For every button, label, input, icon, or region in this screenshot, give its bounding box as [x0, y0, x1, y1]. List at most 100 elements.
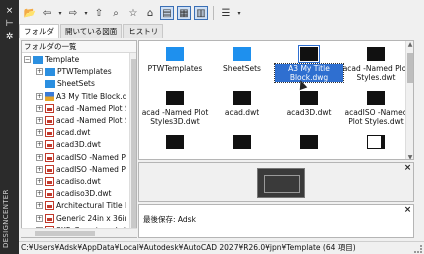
tree-node[interactable]: + PTWTemplates: [36, 66, 126, 77]
tree-node-label: acad.dwt: [56, 128, 91, 138]
description-toggle-icon[interactable]: ▥: [194, 6, 208, 20]
chevron-down-icon[interactable]: ▾: [83, 6, 89, 20]
expand-icon[interactable]: +: [36, 165, 43, 173]
expand-icon[interactable]: +: [36, 190, 43, 198]
content-item[interactable]: A3 My Title Block.dwg: [274, 45, 344, 83]
close-icon[interactable]: ×: [4, 6, 15, 16]
tree-node-label: acad -Named Plot S: [56, 103, 126, 113]
tree-node-label: acadISO -Named Plc: [56, 164, 126, 174]
drawing-thumbnail: [300, 135, 318, 149]
tree-node-label: acad -Named Plot S: [56, 116, 126, 125]
auto-hide-icon[interactable]: ⊢: [4, 19, 15, 29]
dwg-file-icon: [45, 128, 54, 138]
expand-icon[interactable]: +: [36, 68, 43, 76]
search-icon[interactable]: ⌕: [109, 6, 123, 20]
chevron-down-icon[interactable]: ▼: [406, 154, 413, 159]
drawing-thumbnail: [300, 91, 318, 105]
expand-icon[interactable]: +: [36, 104, 43, 112]
palette-title-bar[interactable]: × ⊢ ✲ DESIGNCENTER: [0, 0, 19, 254]
chevron-down-icon[interactable]: ▾: [57, 6, 63, 20]
content-item[interactable]: [275, 135, 343, 152]
tab-open-drawings[interactable]: 開いている図面: [60, 24, 123, 38]
tree-node[interactable]: + acadISO -Named Plc: [36, 152, 126, 163]
expand-icon[interactable]: +: [36, 214, 43, 222]
content-item-label: acadISO -Named Plot Styles.dwt: [344, 108, 408, 126]
dwg-file-icon: [45, 177, 54, 186]
status-path: C:¥Users¥Adsk¥AppData¥Local¥Autodesk¥Aut…: [21, 243, 356, 252]
dwg-file-icon: [45, 152, 54, 162]
forward-icon[interactable]: ⇨: [66, 6, 80, 20]
home-icon[interactable]: ⌂: [143, 6, 157, 20]
expand-icon[interactable]: +: [36, 141, 43, 149]
expand-icon[interactable]: +: [36, 92, 43, 100]
content-item-label: acad -Named Plot Styles3D.dwt: [141, 108, 209, 126]
content-item[interactable]: [141, 135, 209, 152]
tree-node[interactable]: + A3 My Title Block.dw: [36, 91, 126, 102]
content-item[interactable]: acad3D.dwt: [275, 91, 343, 117]
content-item[interactable]: PTWTemplates: [141, 47, 209, 73]
folder-icon: [45, 67, 55, 76]
tab-strip: フォルダ 開いている図面 ヒストリ: [19, 24, 164, 38]
up-folder-icon[interactable]: ⇧: [92, 6, 106, 20]
close-icon[interactable]: ×: [403, 164, 412, 173]
drawing-thumbnail: [166, 135, 184, 149]
folder-icon: [45, 79, 55, 88]
content-item[interactable]: acad.dwt: [208, 91, 276, 117]
tree-vertical-scrollbar[interactable]: [129, 53, 136, 237]
content-item[interactable]: [342, 135, 410, 152]
collapse-icon[interactable]: −: [24, 56, 31, 63]
views-icon[interactable]: ☰: [219, 6, 233, 20]
content-item-label: acad3D.dwt: [286, 108, 332, 117]
tab-folders[interactable]: フォルダ: [19, 24, 59, 38]
content-item[interactable]: acad -Named Plot Styles3D.dwt: [141, 91, 209, 126]
content-item-label: acad -Named Plot Styles.dwt: [342, 64, 410, 82]
content-item-label: PTWTemplates: [147, 64, 203, 73]
chevron-up-icon[interactable]: ▲: [406, 41, 413, 48]
tab-history[interactable]: ヒストリ: [123, 24, 164, 38]
close-icon[interactable]: ×: [403, 206, 412, 215]
dwg-file-icon: [45, 201, 54, 211]
tree-node[interactable]: SheetSets: [36, 78, 126, 89]
tree-node[interactable]: + Architectural Title Bl: [36, 200, 126, 211]
dwg-file-icon: [45, 116, 54, 125]
tree-horizontal-scrollbar[interactable]: [21, 228, 137, 237]
content-item[interactable]: SheetSets: [208, 47, 276, 73]
expand-icon[interactable]: +: [36, 129, 43, 137]
dwg-file-icon: [45, 164, 54, 174]
tree-toggle-icon[interactable]: ▤: [160, 6, 174, 20]
load-icon[interactable]: 📂: [23, 6, 37, 20]
tree-node-label: SheetSets: [57, 79, 95, 89]
properties-icon[interactable]: ✲: [4, 32, 15, 42]
drawing-thumbnail: [166, 91, 184, 105]
tree-node[interactable]: + acadISO -Named Plc: [36, 164, 126, 175]
tree-node[interactable]: + acadiso.dwt: [36, 176, 126, 187]
content-scrollbar[interactable]: ▲ ▼: [405, 41, 413, 159]
content-item[interactable]: acad -Named Plot Styles.dwt: [342, 47, 410, 82]
preview-toggle-icon[interactable]: ▦: [177, 6, 191, 20]
expand-icon[interactable]: +: [36, 153, 43, 161]
chevron-down-icon[interactable]: ▾: [236, 6, 242, 20]
expand-icon[interactable]: +: [36, 117, 43, 124]
toolbar-divider: [213, 6, 214, 20]
tree-node-label: PTWTemplates: [57, 67, 112, 77]
tree-node[interactable]: + acad -Named Plot S: [36, 115, 126, 126]
folder-icon: [33, 55, 43, 64]
tree-node[interactable]: − Template: [24, 54, 126, 65]
resize-grip-icon[interactable]: [414, 245, 422, 253]
content-item[interactable]: [208, 135, 276, 152]
tree-node[interactable]: + acad -Named Plot S: [36, 103, 126, 114]
expand-icon[interactable]: +: [36, 178, 43, 185]
tree-node[interactable]: + acad3D.dwt: [36, 139, 126, 150]
tree-node[interactable]: + acad.dwt: [36, 127, 126, 138]
palette-title: DESIGNCENTER: [2, 189, 10, 248]
content-item[interactable]: acadISO -Named Plot Styles.dwt: [342, 91, 410, 126]
description-text: 最後保存: Adsk: [143, 215, 196, 224]
expand-icon[interactable]: +: [36, 202, 43, 210]
tree-node[interactable]: + acadiso3D.dwt: [36, 188, 126, 199]
description-pane: 最後保存: Adsk ×: [138, 204, 414, 238]
drawing-thumbnail: [367, 91, 385, 105]
back-icon[interactable]: ⇦: [40, 6, 54, 20]
favorites-icon[interactable]: ☆: [126, 6, 140, 20]
drawing-thumbnail: [367, 47, 385, 61]
tree-node[interactable]: + Generic 24in x 36in 1: [36, 213, 126, 224]
